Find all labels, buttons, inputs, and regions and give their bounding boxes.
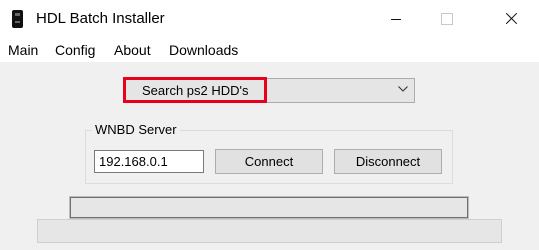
group-label: WNBD Server	[92, 122, 180, 137]
minimize-button[interactable]	[373, 0, 419, 38]
highlight-box	[123, 77, 267, 103]
disconnect-button[interactable]: Disconnect	[334, 149, 442, 174]
chevron-down-icon	[398, 86, 408, 92]
close-button[interactable]	[489, 0, 535, 38]
title-bar: HDL Batch Installer	[0, 0, 539, 38]
menu-config[interactable]: Config	[55, 42, 95, 58]
menu-downloads[interactable]: Downloads	[169, 42, 238, 58]
connect-button[interactable]: Connect	[215, 149, 323, 174]
menu-about[interactable]: About	[114, 42, 151, 58]
menu-bar: Main Config About Downloads	[0, 38, 539, 62]
ip-address-input[interactable]	[94, 150, 204, 173]
status-bar	[37, 219, 502, 243]
main-panel: Search ps2 HDD's WNBD Server Connect Dis…	[0, 62, 539, 250]
maximize-button[interactable]	[423, 0, 469, 38]
menu-main[interactable]: Main	[8, 42, 38, 58]
progress-bar	[69, 196, 469, 219]
window-title: HDL Batch Installer	[36, 10, 165, 27]
ps2-console-icon	[12, 10, 23, 28]
